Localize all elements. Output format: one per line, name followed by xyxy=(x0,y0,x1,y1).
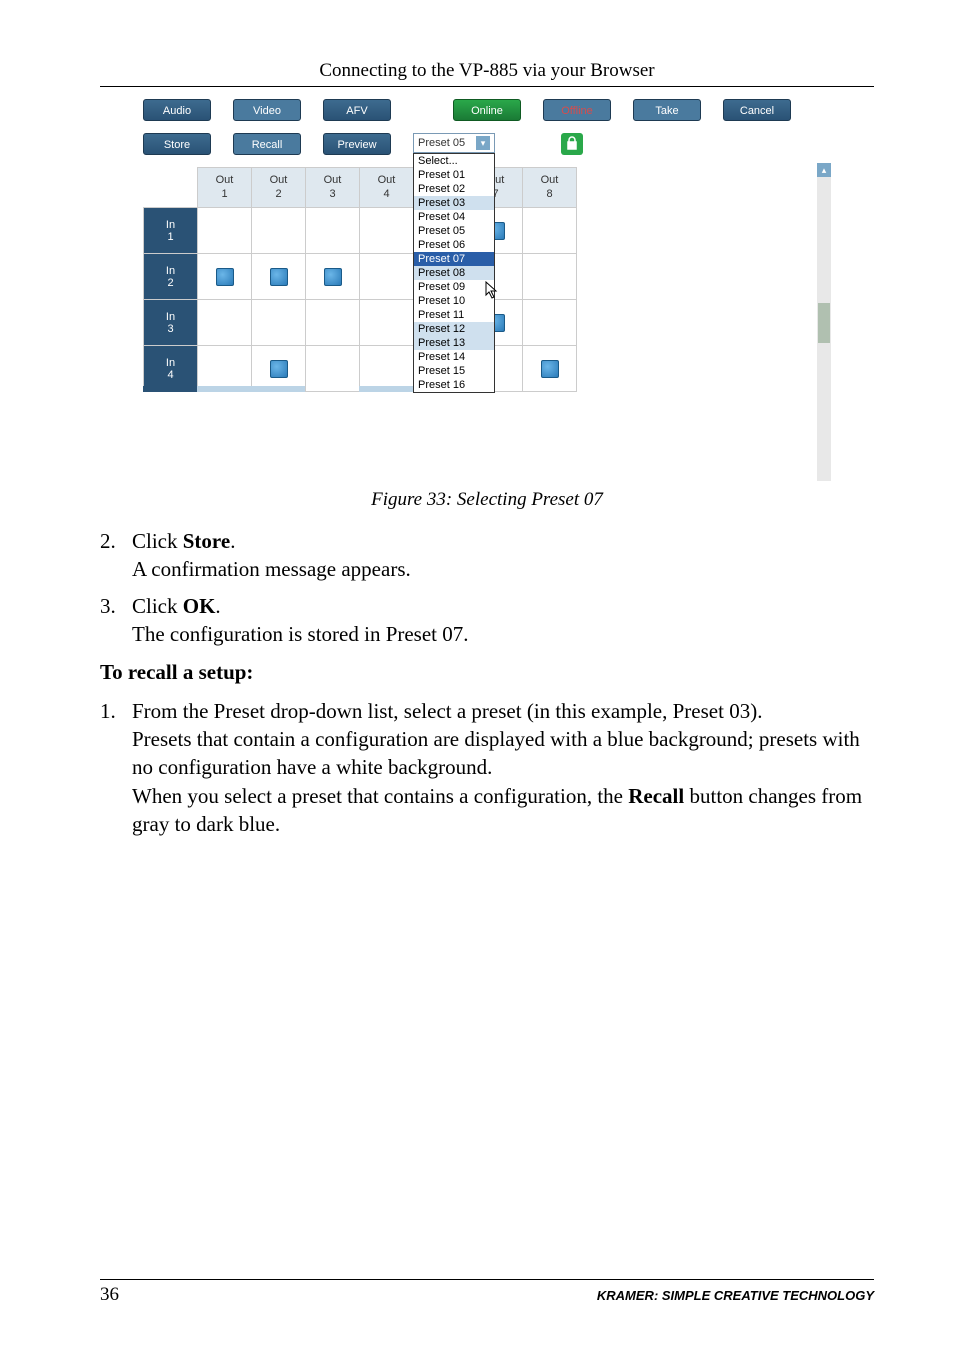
chevron-down-icon[interactable]: ▾ xyxy=(476,136,490,150)
matrix-cell[interactable] xyxy=(523,254,577,300)
preset-option[interactable]: Preset 02 xyxy=(414,182,494,196)
out-header: Out8 xyxy=(523,168,577,208)
tab-online[interactable]: Online xyxy=(453,99,521,121)
step-line: The configuration is stored in Preset 07… xyxy=(132,620,874,648)
matrix-cell[interactable] xyxy=(252,300,306,346)
preset-option[interactable]: Preset 04 xyxy=(414,210,494,224)
in-header: In2 xyxy=(144,254,198,300)
preset-option[interactable]: Preset 06 xyxy=(414,238,494,252)
step-number: 2. xyxy=(100,527,132,584)
scrollbar-thumb[interactable] xyxy=(818,303,830,343)
tab-recall[interactable]: Recall xyxy=(233,133,301,155)
preset-dropdown-list[interactable]: Select...Preset 01Preset 02Preset 03Pres… xyxy=(413,153,495,393)
out-header: Out2 xyxy=(252,168,306,208)
step-line: Presets that contain a configuration are… xyxy=(132,725,874,782)
preset-option[interactable]: Preset 03 xyxy=(414,196,494,210)
lock-icon xyxy=(566,136,578,153)
step-line: A confirmation message appears. xyxy=(132,555,874,583)
step-line: From the Preset drop-down list, select a… xyxy=(132,697,874,725)
bottom-accent-bar xyxy=(143,386,583,392)
tab-preview[interactable]: Preview xyxy=(323,133,391,155)
step-item: 2.Click Store.A confirmation message app… xyxy=(100,527,874,584)
preset-option[interactable]: Preset 10 xyxy=(414,294,494,308)
vertical-scrollbar[interactable]: ▴ xyxy=(817,163,831,481)
step-number: 3. xyxy=(100,592,132,649)
step-line: Click Store. xyxy=(132,527,874,555)
preset-selected-value: Preset 05 xyxy=(418,137,465,149)
crosspoint-dot xyxy=(541,360,559,378)
matrix-cell[interactable] xyxy=(306,254,360,300)
body-text: 2.Click Store.A confirmation message app… xyxy=(100,527,874,838)
crosspoint-dot xyxy=(270,268,288,286)
step-line: Click OK. xyxy=(132,592,874,620)
crosspoint-dot xyxy=(216,268,234,286)
tab-cancel[interactable]: Cancel xyxy=(723,99,791,121)
matrix-cell[interactable] xyxy=(360,208,414,254)
tab-offline[interactable]: Offline xyxy=(543,99,611,121)
preset-option[interactable]: Preset 08 xyxy=(414,266,494,280)
tab-take[interactable]: Take xyxy=(633,99,701,121)
app-screenshot: Audio Video AFV Online Offline Take Cancel Sto… xyxy=(143,99,831,481)
out-header: Out1 xyxy=(198,168,252,208)
figure-caption: Figure 33: Selecting Preset 07 xyxy=(100,489,874,511)
tab-store[interactable]: Store xyxy=(143,133,211,155)
matrix-cell[interactable] xyxy=(360,254,414,300)
matrix-cell[interactable] xyxy=(360,346,414,392)
out-header: Out3 xyxy=(306,168,360,208)
in-header: In3 xyxy=(144,300,198,346)
matrix-cell[interactable] xyxy=(198,254,252,300)
step-number: 1. xyxy=(100,697,132,839)
matrix-cell[interactable] xyxy=(252,346,306,392)
page-number: 36 xyxy=(100,1284,119,1306)
crosspoint-dot xyxy=(270,360,288,378)
switcher-matrix: Out1Out2Out3Out4Out6Out7Out8In1In2In3In4 xyxy=(143,167,577,392)
page-header: Connecting to the VP-885 via your Browse… xyxy=(100,60,874,87)
scroll-up-icon[interactable]: ▴ xyxy=(817,163,831,177)
preset-option[interactable]: Preset 05 xyxy=(414,224,494,238)
tab-afv[interactable]: AFV xyxy=(323,99,391,121)
step-line: When you select a preset that contains a… xyxy=(132,782,874,839)
matrix-cell[interactable] xyxy=(306,300,360,346)
in-header: In1 xyxy=(144,208,198,254)
preset-option[interactable]: Preset 11 xyxy=(414,308,494,322)
lock-button[interactable] xyxy=(561,133,583,155)
matrix-cell[interactable] xyxy=(198,300,252,346)
preset-option[interactable]: Preset 01 xyxy=(414,168,494,182)
matrix-cell[interactable] xyxy=(523,300,577,346)
preset-option[interactable]: Preset 16 xyxy=(414,378,494,392)
preset-option[interactable]: Preset 07 xyxy=(414,252,494,266)
preset-dropdown[interactable]: Preset 05 ▾ xyxy=(413,133,495,153)
tab-audio[interactable]: Audio xyxy=(143,99,211,121)
matrix-cell[interactable] xyxy=(523,208,577,254)
preset-option[interactable]: Select... xyxy=(414,154,494,168)
preset-option[interactable]: Preset 09 xyxy=(414,280,494,294)
preset-option[interactable]: Preset 14 xyxy=(414,350,494,364)
matrix-cell[interactable] xyxy=(198,346,252,392)
matrix-cell[interactable] xyxy=(360,300,414,346)
crosspoint-dot xyxy=(324,268,342,286)
in-header: In4 xyxy=(144,346,198,392)
page-footer: 36 KRAMER: SIMPLE CREATIVE TECHNOLOGY xyxy=(100,1279,874,1306)
matrix-cell[interactable] xyxy=(306,346,360,392)
matrix-cell[interactable] xyxy=(306,208,360,254)
recall-subhead: To recall a setup: xyxy=(100,658,874,686)
matrix-cell[interactable] xyxy=(252,254,306,300)
step-item: 3.Click OK.The configuration is stored i… xyxy=(100,592,874,649)
matrix-cell[interactable] xyxy=(523,346,577,392)
step-item: 1. From the Preset drop-down list, selec… xyxy=(100,697,874,839)
out-header: Out4 xyxy=(360,168,414,208)
matrix-cell[interactable] xyxy=(198,208,252,254)
preset-option[interactable]: Preset 15 xyxy=(414,364,494,378)
tab-video[interactable]: Video xyxy=(233,99,301,121)
preset-option[interactable]: Preset 13 xyxy=(414,336,494,350)
footer-brand: KRAMER: SIMPLE CREATIVE TECHNOLOGY xyxy=(597,1288,874,1303)
matrix-cell[interactable] xyxy=(252,208,306,254)
preset-option[interactable]: Preset 12 xyxy=(414,322,494,336)
